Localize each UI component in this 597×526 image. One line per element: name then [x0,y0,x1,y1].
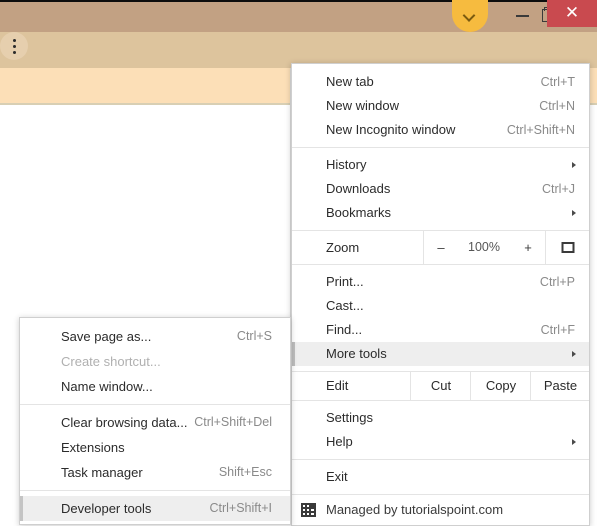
menu-item-label: History [326,157,367,172]
submenu-item-label: Task manager [61,465,143,480]
copy-label: Copy [485,378,517,393]
menu-item-help[interactable]: Help [292,430,589,454]
menu-item-find[interactable]: Find... Ctrl+F [292,318,589,342]
menu-item-accelerator: Ctrl+Shift+N [506,123,575,137]
menu-item-label: Settings [326,410,373,425]
fullscreen-button[interactable] [545,231,590,264]
edit-label: Edit [326,378,349,393]
chrome-main-menu: New tab Ctrl+T New window Ctrl+N New Inc… [291,63,590,526]
menu-item-accelerator: Ctrl+J [542,182,575,196]
submenu-item-name-window[interactable]: Name window... [20,374,290,399]
menu-item-more-tools[interactable]: More tools [292,342,589,366]
menu-item-accelerator: Ctrl+P [539,275,575,289]
managed-by-label: Managed by tutorialspoint.com [326,502,504,517]
menu-item-label: New Incognito window [326,122,456,137]
submenu-item-task-manager[interactable]: Task manager Shift+Esc [20,460,290,485]
zoom-in-button[interactable]: + [511,231,545,264]
menu-item-label: More tools [326,346,387,361]
submenu-separator [20,404,290,405]
menu-item-accelerator: Ctrl+T [540,75,575,89]
menu-item-accelerator: Ctrl+N [539,99,575,113]
more-tools-submenu: Save page as... Ctrl+S Create shortcut..… [19,317,291,525]
zoom-in-label: + [524,240,532,255]
menu-item-settings[interactable]: Settings [292,406,589,430]
menu-zoom-row: Zoom – 100% + [292,230,589,265]
menu-item-label: Bookmarks [326,205,392,220]
submenu-item-label: Create shortcut... [61,354,161,369]
submenu-item-extensions[interactable]: Extensions [20,435,290,460]
paste-label: Paste [543,378,578,393]
menu-item-cast[interactable]: Cast... [292,294,589,318]
menu-item-label: New window [326,98,399,113]
minimize-icon [516,15,529,17]
menu-item-label: New tab [326,74,374,89]
submenu-item-clear-browsing-data[interactable]: Clear browsing data... Ctrl+Shift+Del [20,410,290,435]
zoom-label: Zoom [326,240,360,255]
menu-item-new-window[interactable]: New window Ctrl+N [292,94,589,118]
menu-dot-1 [13,39,16,42]
managed-by-row[interactable]: Managed by tutorialspoint.com [292,494,589,525]
chevron-right-icon [572,439,576,445]
menu-item-label: Cast... [326,298,364,313]
submenu-item-label: Name window... [61,379,153,394]
menu-item-label: Downloads [326,181,391,196]
cut-label: Cut [430,378,452,393]
menu-item-downloads[interactable]: Downloads Ctrl+J [292,177,589,201]
submenu-item-label: Extensions [61,440,125,455]
menu-item-new-incognito-window[interactable]: New Incognito window Ctrl+Shift+N [292,118,589,142]
zoom-level-value: 100% [457,231,511,264]
menu-item-new-tab[interactable]: New tab Ctrl+T [292,70,589,94]
menu-item-print[interactable]: Print... Ctrl+P [292,270,589,294]
submenu-item-label: Clear browsing data... [61,415,188,430]
chevron-down-icon [465,11,476,22]
zoom-out-label: – [437,240,445,255]
paste-button[interactable]: Paste [530,372,590,400]
menu-item-history[interactable]: History [292,153,589,177]
submenu-item-label: Save page as... [61,329,152,344]
menu-item-label: Print... [326,274,364,289]
menu-item-accelerator: Ctrl+F [540,323,575,337]
fullscreen-icon [561,242,575,253]
menu-dot-2 [13,45,16,48]
zoom-out-button[interactable]: – [423,231,458,264]
menu-dot-3 [13,51,16,54]
tab-search-chevron-button[interactable] [452,0,488,32]
submenu-item-developer-tools[interactable]: Developer tools Ctrl+Shift+I [20,496,290,521]
window-titlebar: ✕ [0,0,597,32]
menu-item-bookmarks[interactable]: Bookmarks [292,201,589,225]
submenu-item-save-page-as[interactable]: Save page as... Ctrl+S [20,324,290,349]
enterprise-building-icon [301,503,316,517]
menu-separator [292,459,589,460]
submenu-item-accelerator: Shift+Esc [218,465,272,479]
close-icon: ✕ [564,3,580,23]
cut-button[interactable]: Cut [410,372,471,400]
submenu-item-accelerator: Ctrl+Shift+Del [194,415,272,429]
menu-item-label: Find... [326,322,363,337]
chevron-right-icon [572,210,576,216]
submenu-item-accelerator: Ctrl+S [236,329,272,343]
zoom-value-label: 100% [468,240,500,254]
chevron-right-icon [572,351,576,357]
menu-item-exit[interactable]: Exit [292,465,589,489]
menu-separator [292,147,589,148]
chevron-right-icon [572,162,576,168]
menu-item-label: Exit [326,469,348,484]
submenu-item-create-shortcut: Create shortcut... [20,349,290,374]
window-close-button[interactable]: ✕ [547,0,597,27]
menu-item-label: Help [326,434,353,449]
submenu-item-accelerator: Ctrl+Shift+I [209,501,272,515]
submenu-separator [20,490,290,491]
chrome-menu-icon[interactable] [0,32,28,60]
menu-edit-row: Edit Cut Copy Paste [292,371,589,401]
copy-button[interactable]: Copy [470,372,531,400]
